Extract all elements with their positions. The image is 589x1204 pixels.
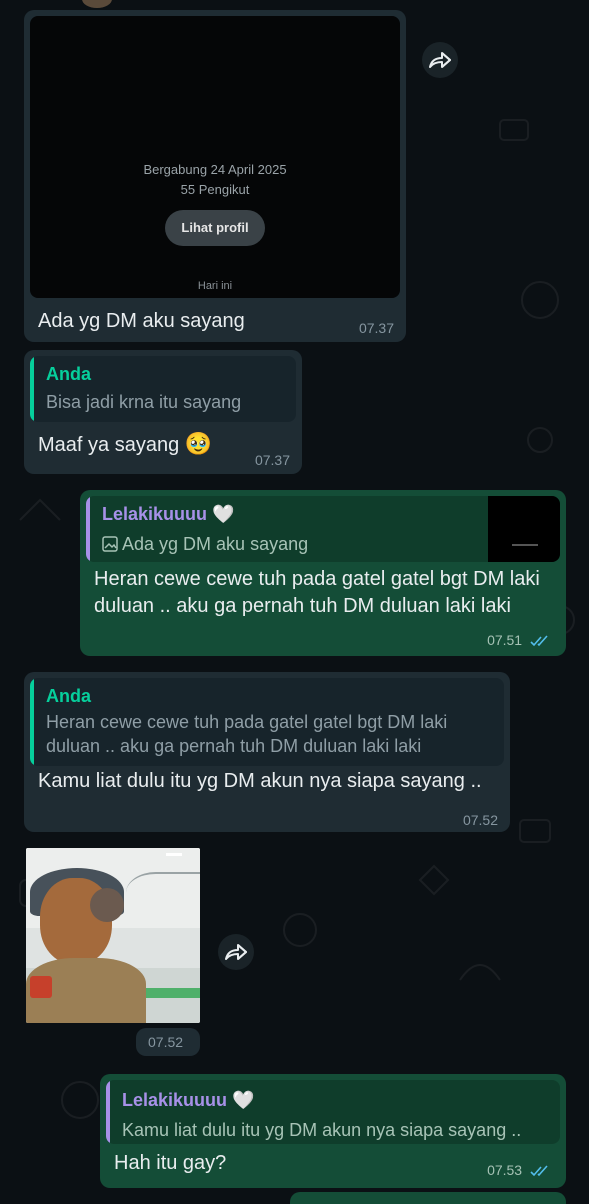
forward-button[interactable] — [218, 934, 254, 970]
message-time: 07.52 — [462, 812, 498, 828]
forward-button[interactable] — [422, 42, 458, 78]
avatar[interactable] — [82, 0, 112, 8]
read-ticks-icon — [530, 635, 548, 647]
quoted-message[interactable]: Anda Bisa jadi krna itu sayang — [30, 356, 296, 422]
message-time: 07.53 — [487, 1162, 552, 1178]
image-icon — [102, 536, 118, 552]
quoted-text: Bisa jadi krna itu sayang — [46, 392, 242, 412]
followers-count: 55 Pengikut — [180, 182, 250, 197]
quoted-sender: Lelakikuuuu 🤍 — [102, 504, 235, 524]
message-time: 07.37 — [254, 452, 290, 468]
message-time: 07.52 — [148, 1034, 184, 1050]
view-profile-button[interactable]: Lihat profil — [165, 210, 265, 246]
forward-icon — [225, 944, 247, 960]
day-label: Hari ini — [197, 280, 233, 292]
message-text: Kamu liat dulu itu yg DM akun nya siapa … — [38, 770, 482, 792]
profile-preview-card[interactable]: Bergabung 24 April 2025 55 Pengikut Liha… — [30, 16, 400, 298]
quoted-text: Heran cewe cewe tuh pada gatel gatel bgt… — [46, 712, 448, 756]
quoted-message[interactable]: Anda Heran cewe cewe tuh pada gatel gate… — [30, 678, 504, 766]
quoted-sender: Anda — [46, 686, 91, 706]
sticker-time-pill: 07.52 — [136, 1028, 200, 1056]
sticker-message[interactable] — [26, 848, 200, 1023]
message-text: Heran cewe cewe tuh pada gatel gatel bgt… — [94, 568, 540, 617]
message-bubble-outgoing[interactable]: Lelakikuuuu 🤍 Kamu liat dulu itu yg DM a… — [100, 1074, 566, 1188]
quoted-sender: Anda — [46, 364, 91, 384]
forward-icon — [429, 52, 451, 68]
message-bubble-incoming[interactable]: Anda Heran cewe cewe tuh pada gatel gate… — [24, 672, 510, 832]
message-time: 07.37 — [358, 320, 394, 336]
message-text: Ada yg DM aku sayang — [38, 310, 245, 332]
message-bubble-outgoing[interactable]: Lelakikuuuu 🤍 Ada yg DM aku sayang Heran… — [80, 490, 566, 656]
message-bubble-incoming[interactable]: Anda Bisa jadi krna itu sayang Maaf ya s… — [24, 350, 302, 474]
joined-date: Bergabung 24 April 2025 — [143, 162, 287, 177]
quoted-sender: Lelakikuuuu 🤍 — [122, 1090, 255, 1110]
quoted-message[interactable]: Lelakikuuuu 🤍 Ada yg DM aku sayang — [86, 496, 560, 562]
quoted-message[interactable]: Lelakikuuuu 🤍 Kamu liat dulu itu yg DM a… — [106, 1080, 560, 1144]
quoted-text: Ada yg DM aku sayang — [102, 532, 308, 556]
message-time: 07.51 — [487, 632, 552, 648]
quoted-thumbnail — [488, 496, 560, 562]
message-text: Maaf ya sayang 🥹 — [38, 431, 213, 456]
next-bubble-edge — [290, 1192, 566, 1204]
message-bubble-incoming[interactable]: Bergabung 24 April 2025 55 Pengikut Liha… — [24, 10, 406, 342]
emoji: 🥹 — [184, 431, 213, 456]
quoted-text: Kamu liat dulu itu yg DM akun nya siapa … — [122, 1120, 522, 1140]
message-text: Hah itu gay? — [114, 1152, 227, 1174]
read-ticks-icon — [530, 1165, 548, 1177]
